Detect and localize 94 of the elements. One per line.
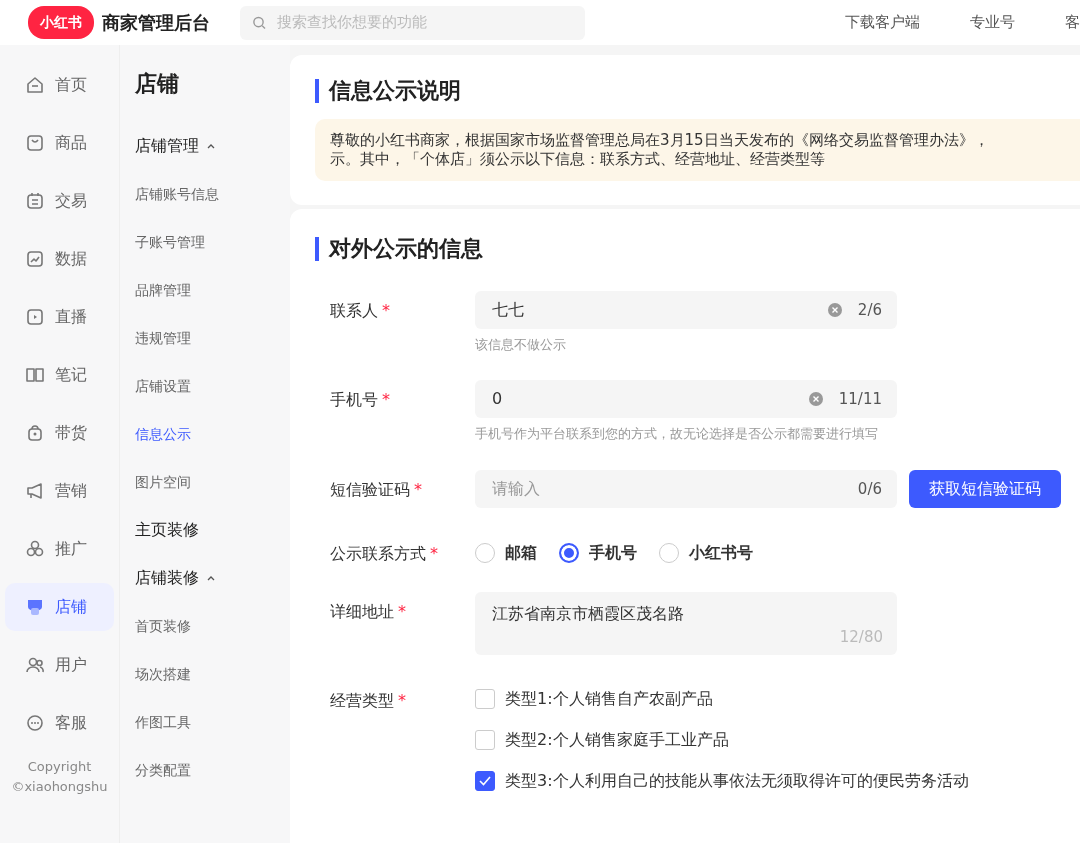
char-counter: 12/80 [839,627,883,649]
section-heading: 对外公示的信息 [315,236,1080,261]
radio-option[interactable]: 邮箱 [475,540,537,565]
input-field[interactable]: 请输入 0/6 [475,469,897,508]
radio-label: 邮箱 [505,541,537,564]
copyright-text: ©xiaohongshu [10,777,109,796]
megaphone-icon [25,481,45,501]
header-link[interactable]: 下载客户端 [845,11,920,34]
copyright-text: Copyright [26,758,93,776]
search-field[interactable]: 搜索查找你想要的功能 [240,5,585,40]
checkmark-icon [479,775,491,786]
clear-icon[interactable] [827,302,842,317]
play-icon [25,307,45,327]
nav-item[interactable]: 店铺 [5,583,114,631]
required-mark: * [398,601,406,621]
field-label: 详细地址 * [330,600,407,623]
menu-item[interactable]: 作图工具 [135,698,191,746]
section-title: 店铺 [135,70,180,98]
checkbox-label: 类型1:个人销售自产农副产品 [505,687,713,710]
chart-icon [25,249,45,269]
menu-item[interactable]: 违规管理 [135,314,191,362]
nav-item[interactable]: 交易 [5,177,114,225]
checkbox-label: 类型2:个人销售家庭手工业产品 [505,728,729,751]
radio-label: 小红书号 [689,541,753,564]
checkbox-label: 类型3:个人利用自己的技能从事依法无须取得许可的便民劳务活动 [505,769,969,792]
menu-item[interactable]: 信息公示 [135,410,191,458]
menu-item[interactable]: 子账号管理 [135,218,205,266]
radio-option[interactable]: 小红书号 [659,540,753,565]
chat-icon [25,713,45,733]
clear-icon[interactable] [808,392,823,407]
radio-option[interactable]: 手机号 [559,540,637,565]
header-link[interactable]: 客 [1065,11,1080,34]
menu-item[interactable]: 店铺账号信息 [135,170,219,218]
field-label: 公示联系方式 * [330,542,439,565]
text-input[interactable]: 请输入 [490,475,842,502]
menu-item[interactable]: 店铺设置 [135,362,191,410]
nav-item[interactable]: 推广 [5,525,114,573]
section-heading: 信息公示说明 [315,79,1080,104]
field-label: 手机号 * [330,389,391,412]
nav-item[interactable]: 用户 [5,641,114,689]
users-icon [25,655,45,675]
menu-item[interactable]: 品牌管理 [135,266,191,314]
book-icon [25,365,45,385]
nav-item[interactable]: 客服 [5,699,114,747]
required-mark: * [382,390,390,410]
required-mark: * [398,690,406,710]
char-counter: 0/6 [857,478,882,500]
nav-item[interactable]: 笔记 [5,351,114,399]
app-title: 商家管理后台 [102,11,210,35]
nav-item[interactable]: 直播 [5,293,114,341]
sms-code-button[interactable]: 获取短信验证码 [909,469,1061,508]
nav-item[interactable]: 商品 [5,119,114,167]
field-label: 经营类型 * [330,689,407,712]
shop-icon [25,597,45,617]
field-label: 短信验证码 * [330,478,423,501]
char-counter: 11/11 [838,389,882,411]
menu-group[interactable]: 店铺管理 [135,122,215,170]
bag-icon [25,133,45,153]
menu-item[interactable]: 图片空间 [135,458,191,506]
nav-item[interactable]: 带货 [5,409,114,457]
char-counter: 2/6 [857,299,882,321]
hint-text: 该信息不做公示 [475,335,567,354]
menu-item[interactable]: 场次搭建 [135,650,191,698]
nav-item[interactable]: 营销 [5,467,114,515]
notice-text: 示。其中，「个体店」须公示以下信息：联系方式、经营地址、经营类型等 [330,149,826,169]
radio-button[interactable] [559,542,579,563]
notice-text: 尊敬的小红书商家，根据国家市场监督管理总局在3月15日当天发布的《网络交易监督管理办法》， [330,131,990,150]
field-label: 联系人 * [330,299,391,322]
hint-text: 手机号作为平台联系到您的方式，故无论选择是否公示都需要进行填写 [475,425,879,444]
required-mark: * [414,479,422,499]
search-icon [252,14,267,31]
header-link[interactable]: 专业号 [970,11,1015,34]
required-mark: * [382,300,390,320]
text-input[interactable]: 七七 [490,296,812,323]
input-field[interactable]: 0 11/11 [475,380,897,419]
text-input[interactable]: 0 [490,386,793,413]
nav-item[interactable]: 数据 [5,235,114,283]
text-input[interactable]: 江苏省南京市栖霞区茂名路 [490,599,882,628]
home-icon [25,75,45,95]
menu-group[interactable]: 主页装修 [135,506,199,554]
required-mark: * [430,543,438,563]
search-input[interactable]: 搜索查找你想要的功能 [274,10,573,35]
checkbox[interactable] [475,770,495,791]
clipboard-icon [25,191,45,211]
menu-item[interactable]: 首页装修 [135,602,191,650]
nav-item[interactable]: 首页 [5,61,114,109]
menu-group[interactable]: 店铺装修 [135,554,215,602]
textarea-field[interactable]: 江苏省南京市栖霞区茂名路 12/80 [475,591,897,655]
radio-label: 手机号 [589,541,637,564]
input-field[interactable]: 七七 2/6 [475,290,897,329]
lock-bag-icon [25,423,45,443]
menu-item[interactable]: 分类配置 [135,746,191,794]
circles-icon [25,539,45,559]
logo[interactable]: 小红书 [28,6,94,39]
